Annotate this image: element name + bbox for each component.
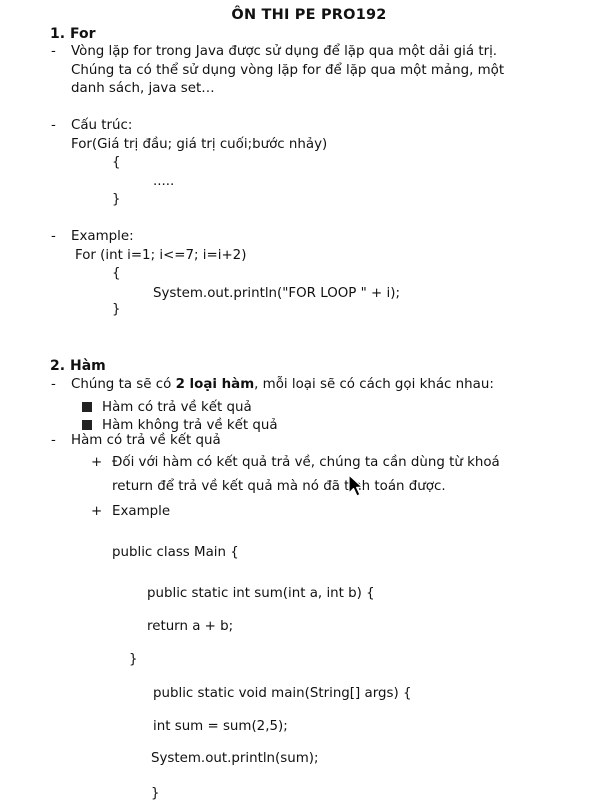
square-bullet-icon xyxy=(82,400,92,418)
close-brace: } xyxy=(112,302,121,317)
code-line: System.out.println(sum); xyxy=(151,751,319,766)
ham-intro-bold: 2 loại hàm xyxy=(175,377,255,392)
dash-marker: - xyxy=(51,44,56,59)
example-code-line: System.out.println("FOR LOOP " + i); xyxy=(153,286,400,301)
structure-label: Cấu trúc: xyxy=(71,118,133,133)
code-line: public class Main { xyxy=(112,545,239,560)
plus-marker: + xyxy=(91,455,103,470)
structure-code: For(Giá trị đầu; giá trị cuối;bước nhảy) xyxy=(71,137,328,152)
section-number: 2. xyxy=(50,358,66,374)
code-line: public static int sum(int a, int b) { xyxy=(147,586,375,601)
code-line: } xyxy=(151,786,160,801)
section-heading-for: For xyxy=(70,26,96,42)
mouse-pointer-icon xyxy=(348,474,364,504)
for-intro-line: Vòng lặp for trong Java được sử dụng để … xyxy=(71,44,498,59)
ham-type-item: Hàm có trả về kết quả xyxy=(102,400,252,415)
dash-marker: - xyxy=(51,377,56,392)
for-intro-line: danh sách, java set… xyxy=(71,81,215,96)
page-title: ÔN THI PE PRO192 xyxy=(231,7,387,23)
dash-marker: - xyxy=(51,229,56,244)
section-heading-ham: Hàm xyxy=(70,358,106,374)
for-intro-line: Chúng ta có thể sử dụng vòng lặp for để … xyxy=(71,63,505,78)
dash-marker: - xyxy=(51,118,56,133)
ham-intro: Chúng ta sẽ có 2 loại hàm, mỗi loại sẽ c… xyxy=(71,376,494,394)
ham-sub-heading: Hàm có trả về kết quả xyxy=(71,433,221,448)
ham-intro-pre: Chúng ta sẽ có xyxy=(71,377,176,392)
open-brace: { xyxy=(112,266,121,281)
example-label: Example xyxy=(112,504,171,519)
close-brace: } xyxy=(112,192,121,207)
code-line: int sum = sum(2,5); xyxy=(153,719,288,734)
return-explanation-line: Đối với hàm có kết quả trả về, chúng ta … xyxy=(112,455,500,470)
ham-intro-post: , mỗi loại sẽ có cách gọi khác nhau: xyxy=(254,377,494,392)
code-line: return a + b; xyxy=(147,619,234,634)
plus-marker: + xyxy=(91,504,103,519)
return-explanation-line: return để trả về kết quả mà nó đã tính t… xyxy=(112,479,446,494)
example-label: Example: xyxy=(71,229,134,244)
example-code-line: For (int i=1; i<=7; i=i+2) xyxy=(75,248,247,263)
dash-marker: - xyxy=(51,433,56,448)
section-number: 1. xyxy=(50,26,66,42)
code-line: } xyxy=(129,652,138,667)
open-brace: { xyxy=(112,155,121,170)
code-line: public static void main(String[] args) { xyxy=(153,686,412,701)
ellipsis-dots: ..... xyxy=(153,174,175,189)
